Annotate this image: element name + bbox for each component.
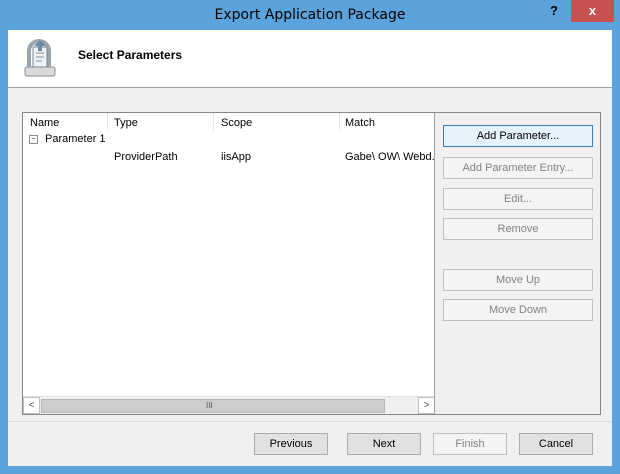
cancel-button[interactable]: Cancel — [519, 433, 593, 455]
wizard-header: Select Parameters — [8, 30, 612, 88]
column-header-name[interactable]: Name — [30, 116, 59, 130]
entry-type[interactable]: ProviderPath — [114, 151, 178, 163]
horizontal-scrollbar[interactable]: < III > — [23, 396, 436, 414]
column-divider[interactable] — [107, 113, 108, 131]
add-parameter-button[interactable]: Add Parameter... — [443, 125, 593, 147]
finish-button[interactable]: Finish — [433, 433, 507, 455]
dialog-body: Select Parameters Name Type Scope Match … — [8, 30, 612, 466]
column-header-type[interactable]: Type — [114, 116, 138, 130]
move-up-button[interactable]: Move Up — [443, 269, 593, 291]
title-bar[interactable]: Export Application Package ? x — [0, 0, 620, 30]
column-header-match[interactable]: Match — [345, 116, 375, 130]
scroll-grip-icon: III — [206, 401, 213, 410]
scroll-left-icon[interactable]: < — [23, 397, 40, 414]
page-title: Select Parameters — [78, 48, 183, 62]
close-button[interactable]: x — [571, 0, 614, 22]
package-export-icon — [24, 39, 56, 77]
window-title: Export Application Package — [214, 7, 406, 23]
parameter-name[interactable]: Parameter 1 — [45, 133, 106, 145]
parameters-list[interactable]: Name Type Scope Match − Parameter 1 Prov… — [22, 112, 437, 415]
next-button[interactable]: Next — [347, 433, 421, 455]
column-header-scope[interactable]: Scope — [221, 116, 252, 130]
scroll-thumb[interactable]: III — [41, 399, 385, 413]
scroll-right-icon[interactable]: > — [418, 397, 435, 414]
add-parameter-entry-button[interactable]: Add Parameter Entry... — [443, 157, 593, 179]
remove-button[interactable]: Remove — [443, 218, 593, 240]
export-package-window: Export Application Package ? x Select Pa… — [0, 0, 620, 474]
collapse-toggle-icon[interactable]: − — [29, 135, 38, 144]
column-divider[interactable] — [213, 113, 214, 131]
help-button[interactable]: ? — [539, 0, 569, 22]
column-divider[interactable] — [339, 113, 340, 131]
entry-scope[interactable]: iisApp — [221, 151, 251, 163]
edit-button[interactable]: Edit... — [443, 188, 593, 210]
previous-button[interactable]: Previous — [254, 433, 328, 455]
entry-match[interactable]: Gabe\ OW\ Webd. — [345, 151, 435, 163]
footer-divider — [8, 421, 612, 422]
move-down-button[interactable]: Move Down — [443, 299, 593, 321]
actions-panel: Add Parameter... Add Parameter Entry... … — [434, 112, 601, 415]
